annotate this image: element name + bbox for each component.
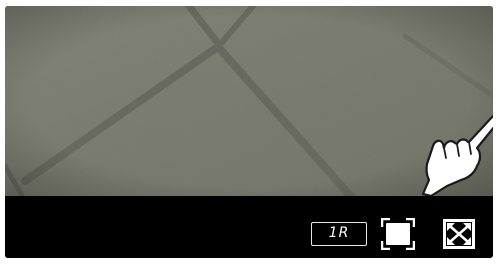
hand-pointer-icon bbox=[421, 114, 493, 196]
video-player: 1R bbox=[5, 6, 493, 258]
fit-screen-icon[interactable] bbox=[381, 218, 415, 250]
control-bar: 1R bbox=[5, 196, 493, 258]
fullscreen-icon[interactable] bbox=[442, 218, 476, 250]
video-frame[interactable] bbox=[5, 6, 493, 196]
playback-rate-label: 1R bbox=[328, 225, 350, 241]
playback-rate-button[interactable]: 1R bbox=[311, 222, 367, 246]
